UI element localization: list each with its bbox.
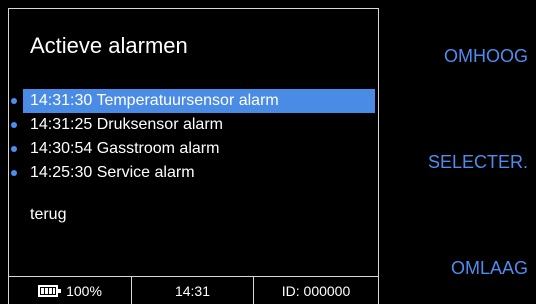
bullet-icon — [11, 146, 17, 152]
status-bar: 100% 14:31 ID: 000000 — [8, 276, 379, 304]
alarm-item-gasflow[interactable]: 14:30:54 Gasstroom alarm — [9, 137, 375, 161]
alarm-item-temperature[interactable]: 14:31:30 Temperatuursensor alarm — [9, 89, 375, 113]
bullet-icon — [11, 122, 17, 128]
alarm-label: 14:31:30 Temperatuursensor alarm — [30, 92, 279, 109]
select-softkey[interactable]: SELECTER. — [428, 152, 528, 173]
battery-full-icon — [38, 284, 62, 297]
page-title: Actieve alarmen — [30, 33, 188, 58]
up-softkey[interactable]: OMHOOG — [444, 46, 528, 67]
alarm-item-service[interactable]: 14:25:30 Service alarm — [9, 161, 375, 185]
alarm-item-pressure[interactable]: 14:31:25 Druksensor alarm — [9, 113, 375, 137]
back-item[interactable]: terug — [30, 204, 66, 226]
device-id: ID: 000000 — [281, 282, 351, 299]
alarm-label: 14:25:30 Service alarm — [30, 164, 195, 181]
bullet-icon — [11, 98, 17, 104]
alarm-panel: Actieve alarmen 14:31:30 Temperatuursens… — [8, 8, 379, 276]
battery-level: 100% — [66, 282, 102, 299]
battery-status: 100% — [9, 277, 132, 304]
alarm-label: 14:30:54 Gasstroom alarm — [30, 140, 220, 157]
clock: 14:31 — [132, 277, 254, 304]
bullet-icon — [11, 170, 17, 176]
alarm-list: 14:31:30 Temperatuursensor alarm 14:31:2… — [9, 89, 375, 185]
alarm-label: 14:31:25 Druksensor alarm — [30, 116, 223, 133]
down-softkey[interactable]: OMLAAG — [451, 258, 528, 279]
